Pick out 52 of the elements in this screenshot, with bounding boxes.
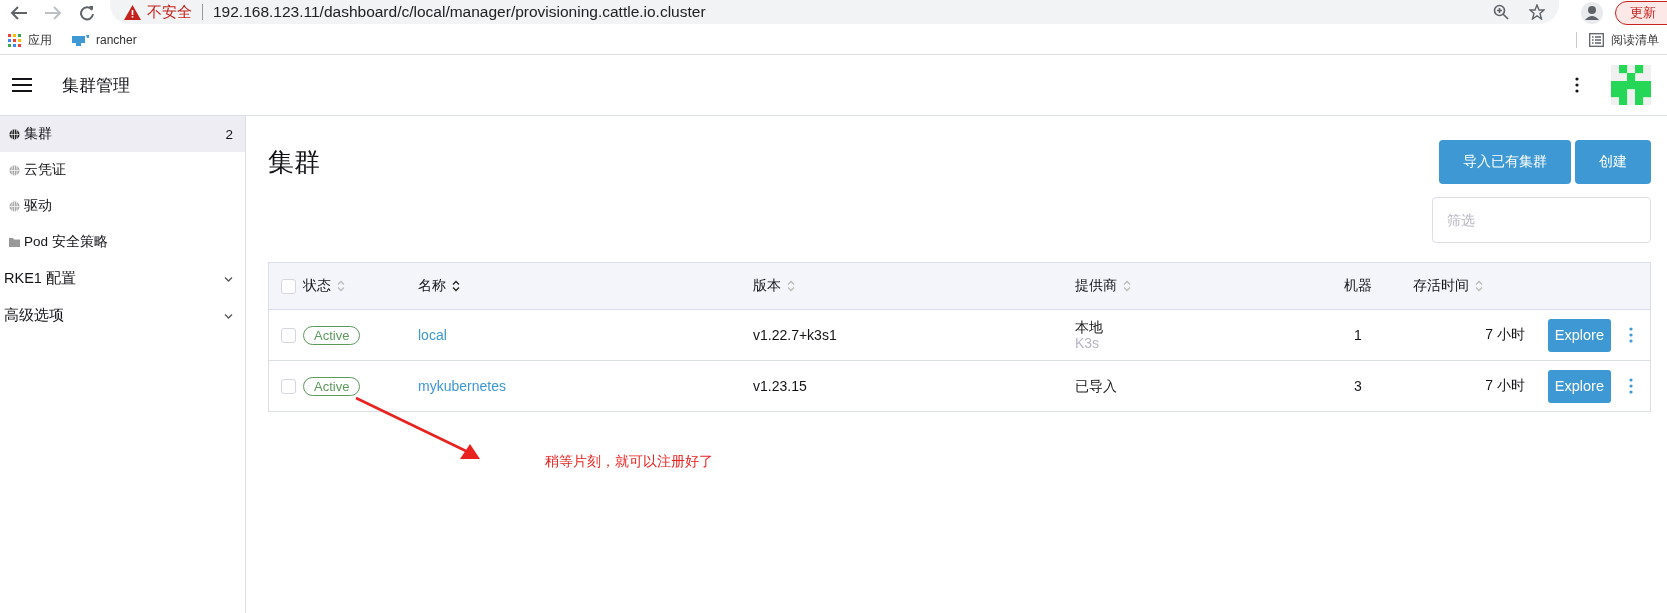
bookmark-link[interactable]: 应用 <box>8 31 52 49</box>
address-bar[interactable]: 不安全 192.168.123.11/dashboard/c/local/manager/provisioning.cattle.io.cluster <box>110 0 1559 24</box>
column-header[interactable]: 名称 <box>418 277 446 295</box>
provider-cell-text: 本地 <box>1075 319 1104 335</box>
warning-icon <box>124 4 141 20</box>
sidebar-item[interactable]: 驱动 <box>0 188 245 224</box>
globe-icon <box>9 200 20 212</box>
column-header[interactable]: 版本 <box>753 277 781 295</box>
column-header[interactable]: 状态 <box>303 277 331 295</box>
sidebar-item[interactable]: 云凭证 <box>0 152 245 188</box>
machines-cell: 1 <box>1354 327 1362 343</box>
age-cell: 7 小时 <box>1485 377 1525 395</box>
forward-icon[interactable] <box>42 6 64 20</box>
version-cell: v1.22.7+k3s1 <box>753 327 837 343</box>
folder-icon <box>9 237 20 247</box>
column-header[interactable]: 存活时间 <box>1413 277 1469 295</box>
globe-icon <box>9 128 20 140</box>
menu-icon[interactable] <box>12 77 32 93</box>
app-title: 集群管理 <box>62 74 130 97</box>
list-icon <box>1589 33 1604 47</box>
more-icon[interactable] <box>1575 77 1579 93</box>
cow-icon <box>72 34 89 46</box>
zoom-icon[interactable] <box>1493 4 1509 20</box>
star-icon[interactable] <box>1529 4 1545 20</box>
back-icon[interactable] <box>8 6 30 20</box>
provider-cell-text: 已导入 <box>1075 378 1118 394</box>
machines-cell: 3 <box>1354 378 1362 394</box>
column-header[interactable]: 机器 <box>1344 277 1372 295</box>
sidebar-group[interactable]: 高级选项 <box>0 297 245 334</box>
avatar-icon[interactable] <box>1611 65 1651 105</box>
globe-icon <box>9 164 20 176</box>
sidebar-item[interactable]: Pod 安全策略 <box>0 224 245 260</box>
select-all-checkbox[interactable] <box>281 278 296 294</box>
version-cell: v1.23.15 <box>753 378 807 394</box>
filter-field[interactable]: 筛选 <box>1432 197 1651 243</box>
update-button[interactable]: 更新 <box>1615 1 1667 25</box>
apps-grid-icon <box>8 33 21 47</box>
page-title: 集群 <box>268 145 320 179</box>
sort-icon[interactable] <box>452 280 460 292</box>
row-checkbox[interactable] <box>281 378 296 394</box>
row-checkbox[interactable] <box>281 327 296 343</box>
age-cell: 7 小时 <box>1485 326 1525 344</box>
annotation-text: 稍等片刻，就可以注册好了 <box>545 453 713 471</box>
sidebar-group[interactable]: RKE1 配置 <box>0 260 245 297</box>
profile-icon[interactable] <box>1581 2 1603 24</box>
reading-list-link[interactable]: 阅读清单 <box>1589 31 1659 49</box>
column-header[interactable]: 提供商 <box>1075 277 1117 295</box>
sidebar-item[interactable]: 集群 2 <box>0 116 245 152</box>
url-text: 192.168.123.11/dashboard/c/local/manager/provisioning.cattle.io.cluster <box>213 3 706 21</box>
provider-subtext: K3s <box>1075 335 1101 351</box>
bookmark-link[interactable]: rancher <box>72 33 137 47</box>
security-label: 不安全 <box>147 2 192 22</box>
